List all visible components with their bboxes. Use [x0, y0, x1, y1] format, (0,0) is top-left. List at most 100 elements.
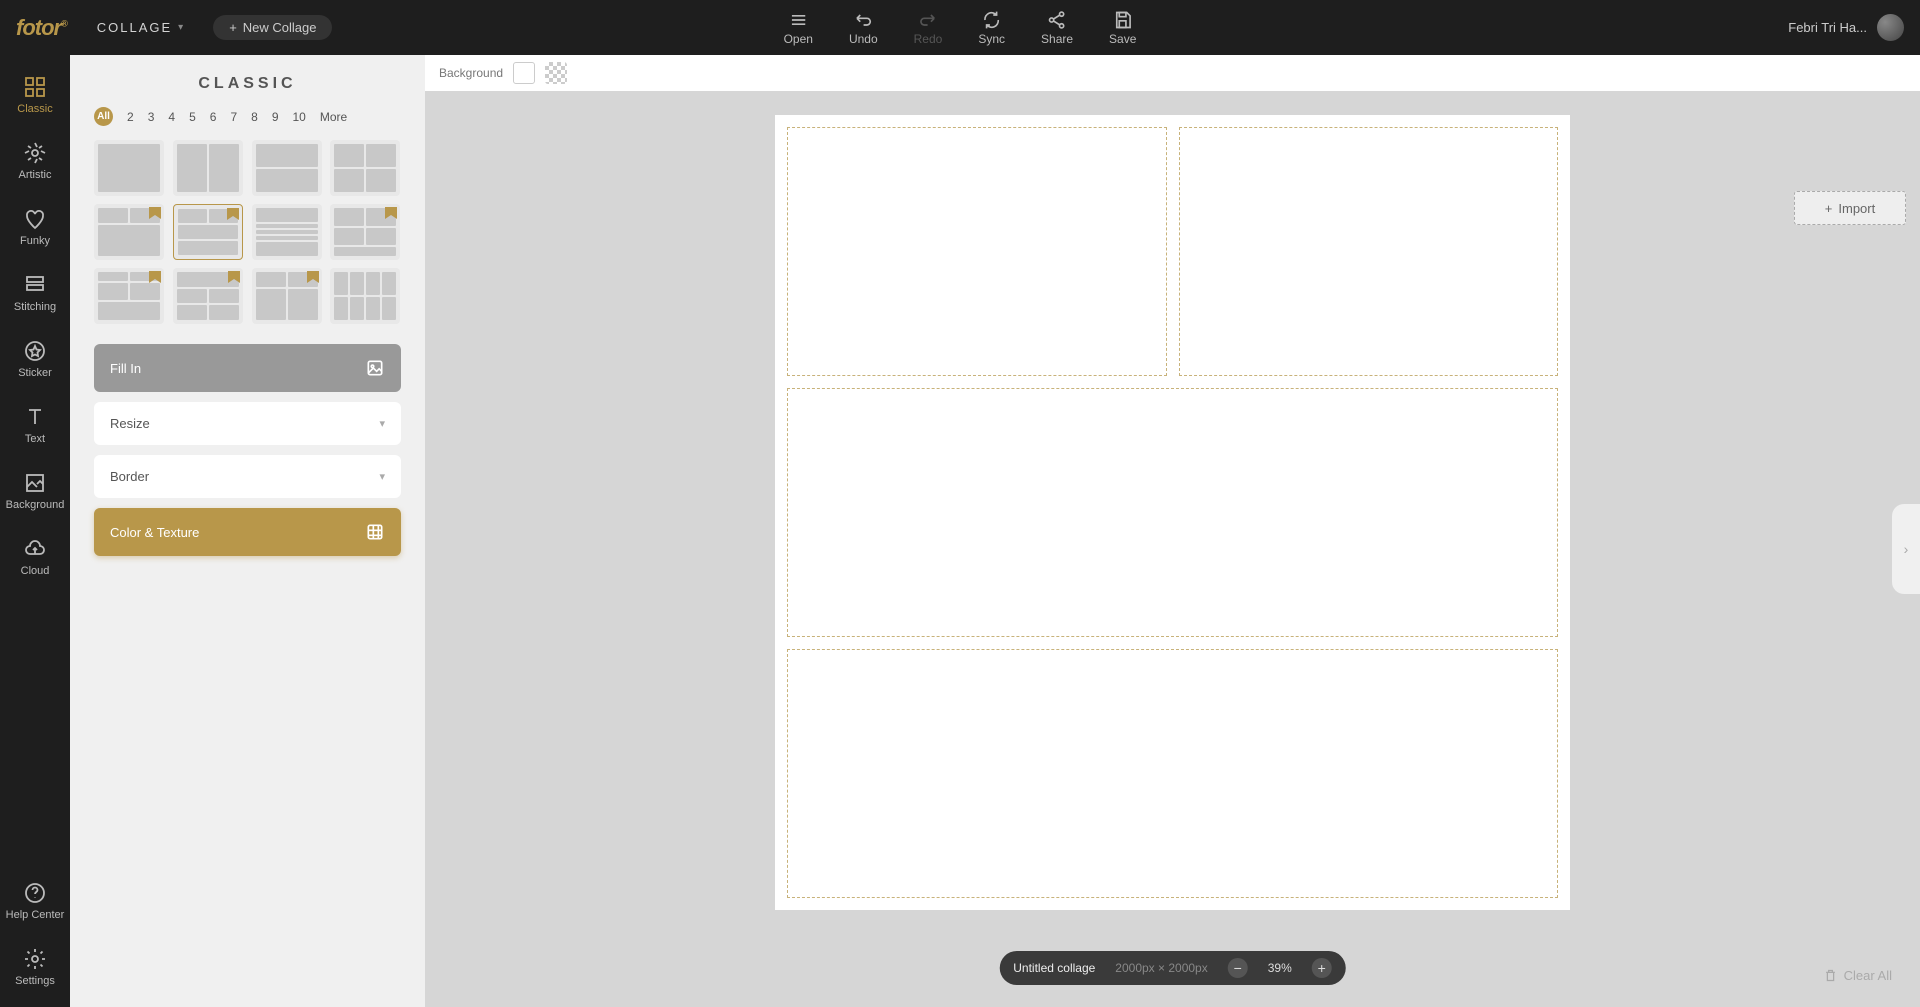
image-icon [365, 358, 385, 378]
filter-6[interactable]: 6 [210, 110, 217, 124]
background-transparency-swatch[interactable] [545, 62, 567, 84]
collage-cell[interactable] [1179, 127, 1559, 376]
rail-help[interactable]: Help Center [6, 881, 65, 921]
rail-sticker-label: Sticker [18, 367, 52, 379]
collage-artboard[interactable] [775, 115, 1570, 910]
background-bar-label: Background [439, 66, 503, 80]
open-label: Open [784, 32, 813, 46]
help-icon [23, 881, 47, 905]
layout-thumb[interactable] [252, 268, 322, 324]
redo-action: Redo [914, 10, 943, 46]
filter-9[interactable]: 9 [272, 110, 279, 124]
layout-thumb-selected[interactable] [173, 204, 243, 260]
username[interactable]: Febri Tri Ha... [1788, 20, 1867, 35]
premium-badge-icon [307, 271, 319, 285]
filter-all[interactable]: All [94, 107, 113, 126]
undo-label: Undo [849, 32, 878, 46]
expand-sidebar-right[interactable]: › [1892, 504, 1920, 594]
layout-thumb[interactable] [94, 140, 164, 196]
sync-action[interactable]: Sync [978, 10, 1005, 46]
sync-label: Sync [978, 32, 1005, 46]
collage-cell[interactable] [787, 388, 1558, 637]
topbar-actions: Open Undo Redo Sync Share Save [784, 10, 1137, 46]
undo-action[interactable]: Undo [849, 10, 878, 46]
background-bar: Background [425, 55, 1920, 91]
rail-classic[interactable]: Classic [17, 75, 52, 115]
border-label: Border [110, 469, 149, 484]
save-action[interactable]: Save [1109, 10, 1136, 46]
layout-grid [94, 140, 401, 324]
left-rail: Classic Artistic Funky Stitching Sticker… [0, 55, 70, 1007]
fill-in-button[interactable]: Fill In [94, 344, 401, 392]
rail-settings-label: Settings [15, 975, 55, 987]
share-action[interactable]: Share [1041, 10, 1073, 46]
share-label: Share [1041, 32, 1073, 46]
filter-3[interactable]: 3 [148, 110, 155, 124]
document-title[interactable]: Untitled collage [1013, 961, 1095, 975]
filter-8[interactable]: 8 [251, 110, 258, 124]
background-color-swatch[interactable] [513, 62, 535, 84]
mode-label[interactable]: COLLAGE [97, 20, 172, 35]
import-button[interactable]: + Import [1794, 191, 1906, 225]
canvas-area: + Import › Untitled collage 2000px × 200… [425, 91, 1920, 1007]
status-bar: Untitled collage 2000px × 2000px − 39% + [999, 951, 1346, 985]
trash-icon [1823, 968, 1838, 983]
rail-settings[interactable]: Settings [15, 947, 55, 987]
layout-thumb[interactable] [173, 268, 243, 324]
zoom-in-button[interactable]: + [1312, 958, 1332, 978]
sticker-icon [23, 339, 47, 363]
zoom-out-button[interactable]: − [1228, 958, 1248, 978]
settings-icon [23, 947, 47, 971]
sidebar-panel: CLASSIC All 2 3 4 5 6 7 8 9 10 More Fill… [70, 55, 425, 1007]
menu-icon [788, 10, 808, 30]
layout-thumb[interactable] [330, 268, 400, 324]
layout-thumb[interactable] [330, 204, 400, 260]
rail-cloud[interactable]: Cloud [21, 537, 50, 577]
layout-filters: All 2 3 4 5 6 7 8 9 10 More [94, 107, 401, 126]
open-action[interactable]: Open [784, 10, 813, 46]
rail-artistic-label: Artistic [19, 169, 52, 181]
background-icon [23, 471, 47, 495]
layout-thumb[interactable] [330, 140, 400, 196]
collage-cell[interactable] [787, 649, 1558, 898]
rail-text[interactable]: Text [23, 405, 47, 445]
chevron-right-icon: › [1904, 541, 1909, 557]
filter-10[interactable]: 10 [293, 110, 306, 124]
color-texture-button[interactable]: Color & Texture [94, 508, 401, 556]
filter-4[interactable]: 4 [168, 110, 175, 124]
artistic-icon [23, 141, 47, 165]
layout-thumb[interactable] [173, 140, 243, 196]
rail-background[interactable]: Background [6, 471, 65, 511]
clear-all-button[interactable]: Clear All [1823, 968, 1892, 983]
premium-badge-icon [228, 271, 240, 285]
layout-thumb[interactable] [94, 268, 164, 324]
mode-dropdown-icon[interactable]: ▾ [178, 22, 183, 33]
logo: fotor® [16, 15, 67, 41]
filter-more[interactable]: More [320, 110, 347, 124]
layout-thumb[interactable] [94, 204, 164, 260]
plus-icon: + [229, 20, 237, 35]
filter-2[interactable]: 2 [127, 110, 134, 124]
redo-label: Redo [914, 32, 943, 46]
rail-artistic[interactable]: Artistic [19, 141, 52, 181]
layout-thumb[interactable] [252, 140, 322, 196]
import-label: Import [1838, 201, 1875, 216]
resize-button[interactable]: Resize ▾ [94, 402, 401, 445]
chevron-down-icon: ▾ [379, 417, 385, 430]
text-icon [23, 405, 47, 429]
topbar-right: Febri Tri Ha... [1788, 14, 1904, 41]
redo-icon [918, 10, 938, 30]
filter-7[interactable]: 7 [230, 110, 237, 124]
rail-stitching[interactable]: Stitching [14, 273, 56, 313]
rail-sticker[interactable]: Sticker [18, 339, 52, 379]
plus-icon: + [1825, 201, 1833, 216]
collage-cell[interactable] [787, 127, 1167, 376]
border-button[interactable]: Border ▾ [94, 455, 401, 498]
new-collage-button[interactable]: + New Collage [213, 15, 332, 40]
avatar[interactable] [1877, 14, 1904, 41]
filter-5[interactable]: 5 [189, 110, 196, 124]
rail-funky[interactable]: Funky [20, 207, 50, 247]
stitching-icon [23, 273, 47, 297]
layout-thumb[interactable] [252, 204, 322, 260]
undo-icon [853, 10, 873, 30]
